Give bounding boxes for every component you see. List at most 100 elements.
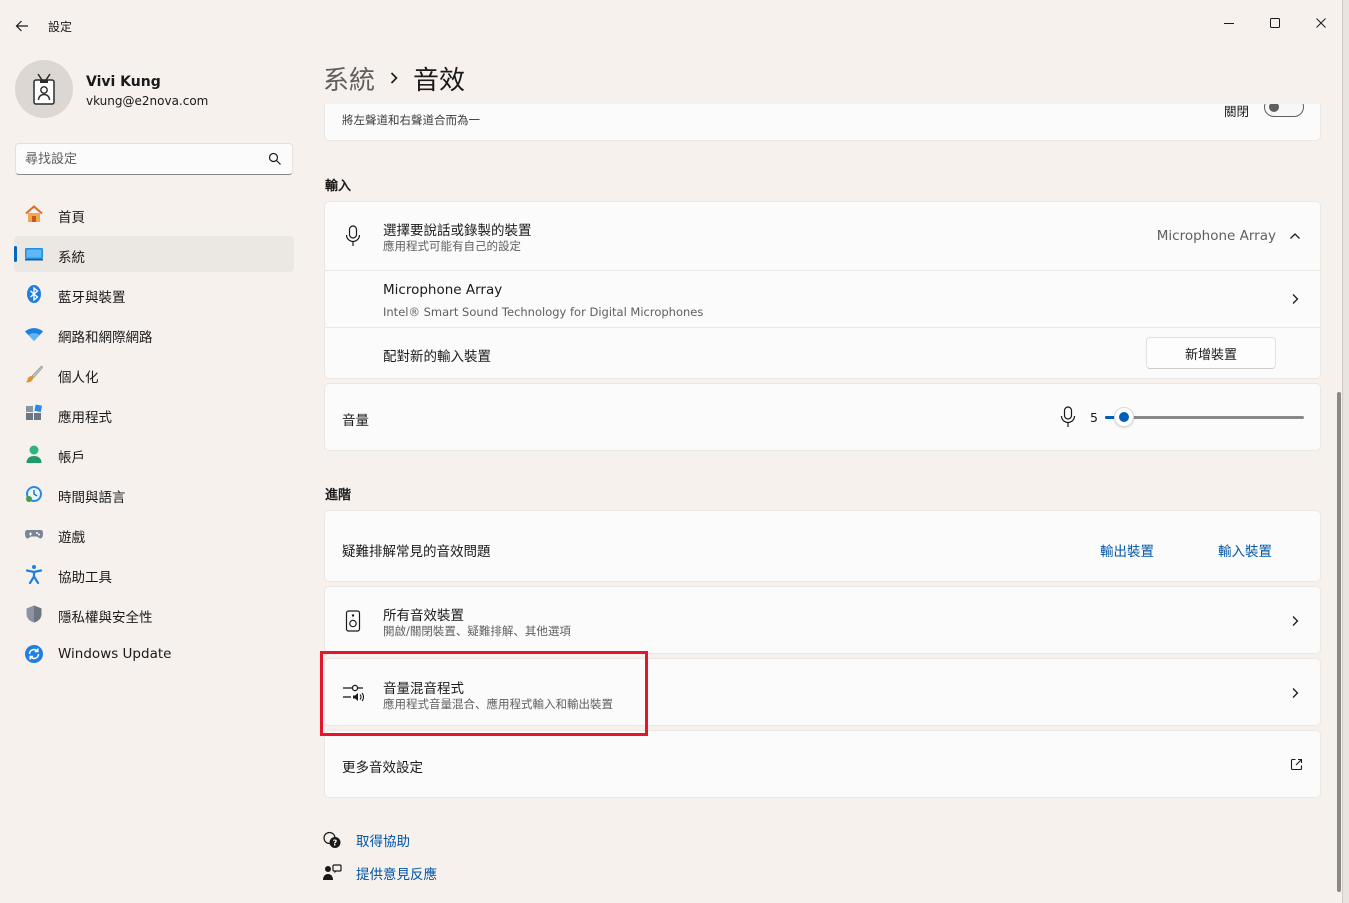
feedback-icon <box>322 863 342 883</box>
pair-input-title: 配對新的輸入裝置 <box>383 349 491 365</box>
profile-name: Vivi Kung <box>86 74 161 90</box>
chevron-right-icon <box>1292 688 1299 698</box>
sidebar-item-label: 遊戲 <box>58 530 85 546</box>
choose-device-subtitle: 應用程式可能有自己的設定 <box>383 239 521 253</box>
more-sound-settings-row[interactable]: 更多音效設定 <box>324 730 1321 798</box>
external-link-icon <box>1290 758 1303 771</box>
settings-window: 設定 Vivi Kung vkung@e2nova.com 尋找設定 首頁 系統… <box>0 0 1342 903</box>
choose-device-title: 選擇要說話或錄製的裝置 <box>383 223 532 239</box>
account-icon <box>24 444 44 464</box>
sidebar-item-system[interactable]: 系統 <box>14 236 294 272</box>
sidebar-item-apps[interactable]: 應用程式 <box>14 396 294 432</box>
page-title: 音效 <box>413 65 466 96</box>
sidebar-item-time-language[interactable]: 時間與語言 <box>14 476 294 512</box>
search-icon[interactable] <box>268 152 282 166</box>
get-help-label: 取得協助 <box>356 834 410 850</box>
accessibility-icon <box>24 564 44 584</box>
chevron-right-icon <box>1292 616 1299 626</box>
microphone-icon <box>1057 406 1079 428</box>
svg-text:?: ? <box>333 839 338 848</box>
microphone-icon <box>342 225 364 247</box>
troubleshoot-title: 疑難排解常見的音效問題 <box>342 544 491 560</box>
sidebar-item-bluetooth[interactable]: 藍牙與裝置 <box>14 276 294 312</box>
volume-slider[interactable] <box>1105 407 1304 427</box>
brush-icon <box>24 364 44 384</box>
sidebar-item-label: 帳戶 <box>58 450 85 466</box>
give-feedback-link[interactable]: 提供意見反應 <box>322 863 437 883</box>
time-language-icon <box>24 484 44 504</box>
main-content: 將左聲道和右聲道合而為一 關閉 輸入 選擇要說話或錄製的裝置 應用程式可能有自己… <box>312 104 1338 903</box>
chevron-right-icon <box>389 71 399 85</box>
sidebar-item-label: 網路和網際網路 <box>58 330 153 346</box>
search-input[interactable] <box>25 144 265 174</box>
all-devices-subtitle: 開啟/關閉裝置、疑難排解、其他選項 <box>383 624 571 638</box>
shield-icon <box>24 604 44 624</box>
chevron-up-icon <box>1290 233 1300 239</box>
sidebar-item-label: 首頁 <box>58 210 85 226</box>
volume-value: 5 <box>1090 410 1098 425</box>
toggle-knob <box>1269 104 1279 112</box>
sidebar-item-label: 協助工具 <box>58 570 112 586</box>
wifi-icon <box>24 324 44 344</box>
breadcrumb: 系統 音效 <box>323 58 465 98</box>
input-device-name: Microphone Array <box>383 282 503 298</box>
mono-audio-card: 將左聲道和右聲道合而為一 關閉 <box>324 104 1321 141</box>
app-title: 設定 <box>48 20 73 34</box>
troubleshoot-card: 疑難排解常見的音效問題 輸出裝置 輸入裝置 <box>324 510 1321 582</box>
choose-input-device-row[interactable]: 選擇要說話或錄製的裝置 應用程式可能有自己的設定 Microphone Arra… <box>325 202 1320 270</box>
add-device-button[interactable]: 新增裝置 <box>1146 337 1276 369</box>
slider-thumb[interactable] <box>1113 407 1134 427</box>
input-section-label: 輸入 <box>325 179 352 194</box>
sidebar-item-personalization[interactable]: 個人化 <box>14 356 294 392</box>
volume-mixer-row[interactable]: 音量混音程式 應用程式音量混合、應用程式輸入和輸出裝置 <box>324 658 1321 726</box>
back-button[interactable] <box>10 14 34 38</box>
title-bar: 設定 <box>0 6 1342 46</box>
mono-audio-description: 將左聲道和右聲道合而為一 <box>342 113 480 127</box>
sidebar-item-label: 藍牙與裝置 <box>58 290 126 306</box>
gamepad-icon <box>24 524 44 544</box>
maximize-icon <box>1270 18 1280 28</box>
windows-update-icon <box>24 644 44 664</box>
input-device-card: 選擇要說話或錄製的裝置 應用程式可能有自己的設定 Microphone Arra… <box>324 201 1321 379</box>
slider-track <box>1105 416 1304 419</box>
volume-label: 音量 <box>342 413 369 429</box>
get-help-link[interactable]: ? 取得協助 <box>322 830 410 850</box>
selected-input-device: Microphone Array <box>1156 228 1276 244</box>
input-device-description: Intel® Smart Sound Technology for Digita… <box>383 305 704 319</box>
close-icon <box>1316 18 1326 28</box>
sidebar-item-accessibility[interactable]: 協助工具 <box>14 556 294 592</box>
help-chat-icon: ? <box>322 830 342 850</box>
back-arrow-icon <box>15 20 28 32</box>
mono-audio-toggle[interactable] <box>1264 104 1304 117</box>
output-devices-link[interactable]: 輸出裝置 <box>1100 540 1154 560</box>
minimize-button[interactable] <box>1206 8 1252 38</box>
scrollbar[interactable] <box>1337 392 1341 892</box>
maximize-button[interactable] <box>1252 8 1298 38</box>
sidebar-item-label: 系統 <box>58 250 85 266</box>
sidebar-item-gaming[interactable]: 遊戲 <box>14 516 294 552</box>
close-button[interactable] <box>1298 8 1344 38</box>
volume-mixer-title: 音量混音程式 <box>383 681 464 697</box>
sidebar-item-label: Windows Update <box>58 646 172 662</box>
sidebar-item-network[interactable]: 網路和網際網路 <box>14 316 294 352</box>
sidebar-item-home[interactable]: 首頁 <box>14 196 294 232</box>
apps-icon <box>24 404 44 424</box>
sidebar-item-accounts[interactable]: 帳戶 <box>14 436 294 472</box>
search-box[interactable] <box>15 143 293 175</box>
sidebar-item-windows-update[interactable]: Windows Update <box>14 636 294 672</box>
badge-avatar-icon <box>33 73 55 105</box>
sidebar-item-privacy-security[interactable]: 隱私權與安全性 <box>14 596 294 632</box>
system-icon <box>24 244 44 264</box>
microphone-array-row[interactable]: Microphone Array Intel® Smart Sound Tech… <box>325 271 1320 327</box>
avatar[interactable] <box>15 60 73 118</box>
sidebar-nav: 首頁 系統 藍牙與裝置 網路和網際網路 個人化 應用程式 帳戶 時間與語言 遊戲… <box>14 196 294 676</box>
volume-mixer-icon <box>342 682 364 704</box>
advanced-section-label: 進階 <box>325 488 352 503</box>
window-edge <box>1342 0 1349 903</box>
breadcrumb-parent[interactable]: 系統 <box>323 60 375 97</box>
divider <box>325 327 1320 328</box>
input-devices-link[interactable]: 輸入裝置 <box>1218 540 1272 560</box>
more-sound-settings-title: 更多音效設定 <box>342 760 423 776</box>
sidebar-item-label: 隱私權與安全性 <box>58 610 153 626</box>
all-sound-devices-row[interactable]: 所有音效裝置 開啟/關閉裝置、疑難排解、其他選項 <box>324 586 1321 654</box>
